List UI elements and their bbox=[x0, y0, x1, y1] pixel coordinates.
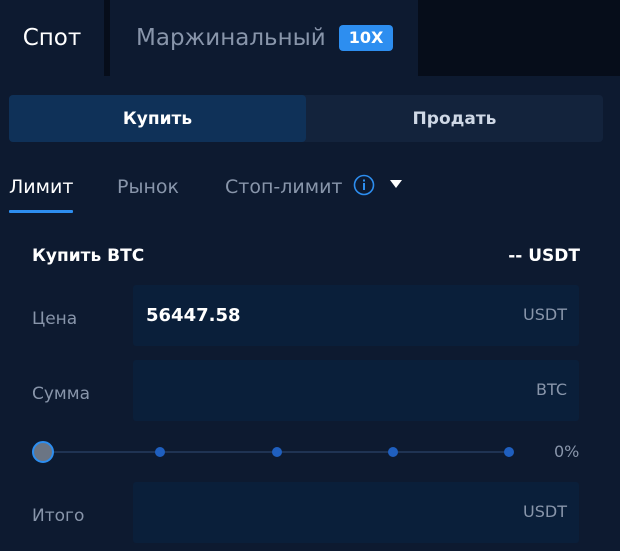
price-unit: USDT bbox=[523, 305, 567, 324]
available-balance: -- USDT bbox=[508, 246, 580, 266]
chevron-down-icon[interactable] bbox=[390, 180, 402, 188]
order-type-tabs: Лимит Рынок Стоп-лимит bbox=[9, 168, 609, 216]
slider-stop-75[interactable] bbox=[388, 447, 398, 457]
tabbar-empty-area bbox=[418, 0, 620, 76]
buy-panel-header: Купить BTC -- USDT bbox=[32, 246, 580, 270]
leverage-badge: 10X bbox=[338, 25, 394, 51]
tab-market[interactable]: Рынок bbox=[117, 168, 179, 206]
amount-label: Сумма bbox=[32, 384, 90, 404]
total-label: Итого bbox=[32, 506, 85, 526]
slider-stop-100[interactable] bbox=[504, 447, 514, 457]
slider-percent: 0% bbox=[554, 442, 580, 461]
tab-margin-label: Маржинальный bbox=[136, 25, 326, 51]
slider-stop-50[interactable] bbox=[272, 447, 282, 457]
sell-button[interactable]: Продать bbox=[306, 95, 603, 142]
info-icon[interactable] bbox=[353, 174, 375, 196]
tab-margin[interactable]: Маржинальный 10X bbox=[110, 0, 418, 76]
amount-input[interactable]: BTC bbox=[133, 360, 579, 421]
buy-sell-toggle: Купить Продать bbox=[9, 95, 603, 142]
tab-limit[interactable]: Лимит bbox=[9, 168, 73, 206]
tab-spot-label: Спот bbox=[22, 25, 82, 51]
slider-handle[interactable] bbox=[32, 441, 54, 463]
tab-stop-limit[interactable]: Стоп-лимит bbox=[225, 168, 342, 206]
active-tab-underline bbox=[9, 210, 73, 213]
price-label: Цена bbox=[32, 309, 78, 329]
total-input[interactable]: USDT bbox=[133, 482, 579, 543]
tab-spot[interactable]: Спот bbox=[0, 0, 104, 76]
price-value: 56447.58 bbox=[146, 305, 241, 326]
total-unit: USDT bbox=[523, 502, 567, 521]
market-type-tabs: Спот Маржинальный 10X bbox=[0, 0, 620, 76]
slider-stop-25[interactable] bbox=[155, 447, 165, 457]
buy-panel-title: Купить BTC bbox=[32, 246, 145, 266]
amount-percent-slider[interactable] bbox=[32, 438, 520, 466]
buy-button[interactable]: Купить bbox=[9, 95, 306, 142]
price-input[interactable]: 56447.58 USDT bbox=[133, 285, 579, 346]
amount-unit: BTC bbox=[536, 380, 567, 399]
